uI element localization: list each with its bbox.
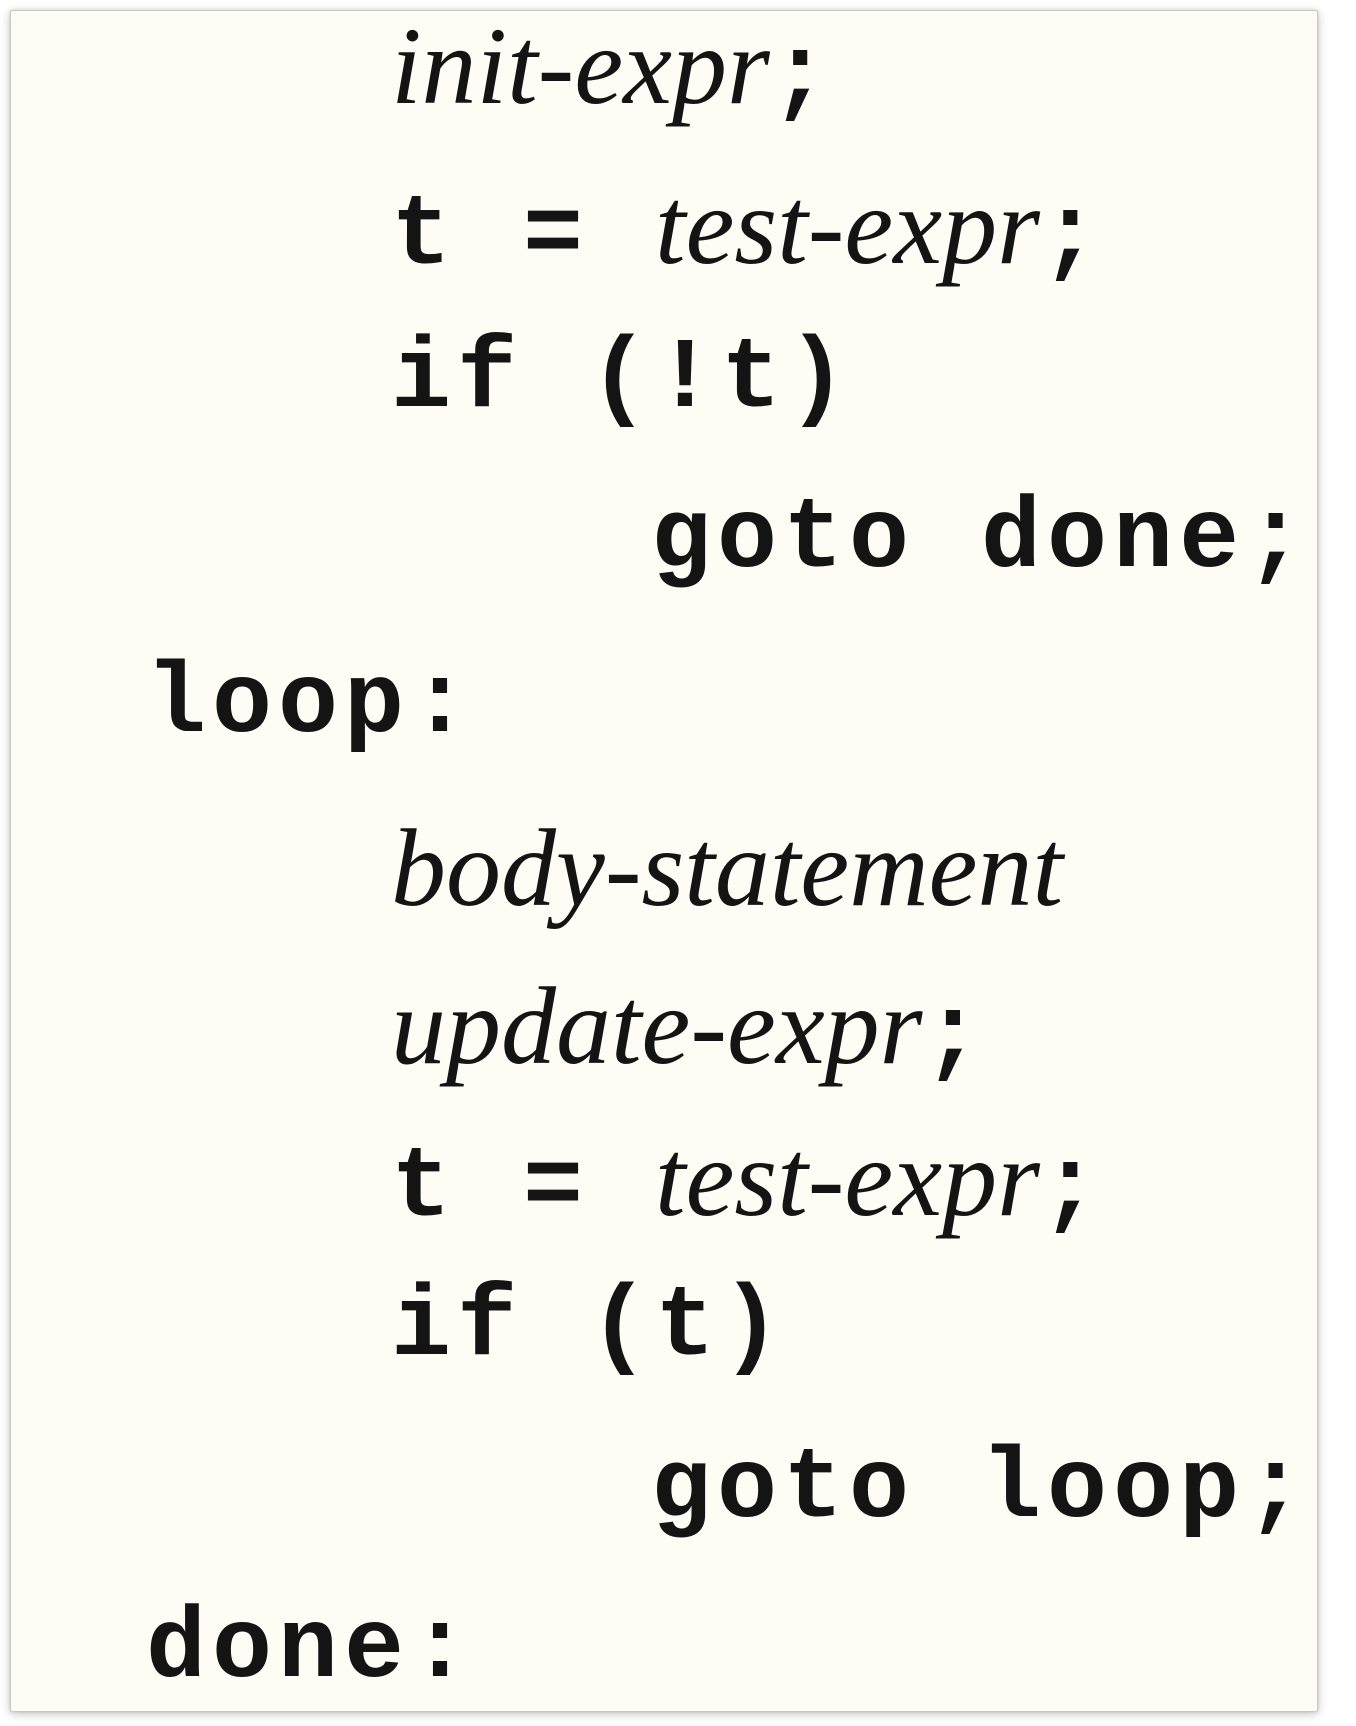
code-token: ; — [769, 21, 836, 134]
code-placeholder: init-expr — [391, 10, 770, 127]
code-placeholder: update-expr — [391, 965, 923, 1087]
code-line-if: if (t) — [391, 1279, 787, 1379]
code-token: goto done; — [651, 484, 1312, 597]
code-placeholder: test-expr — [655, 165, 1040, 287]
code-line-test: t = test-expr; — [391, 171, 1106, 288]
code-line-goto-loop: goto loop; — [651, 1441, 1311, 1541]
code-token: loop: — [146, 649, 477, 762]
code-token: if (!t) — [391, 324, 854, 437]
code-figure: init-expr; t = test-expr; if (!t) goto d… — [10, 10, 1318, 1712]
code-token: ; — [922, 981, 989, 1094]
code-token: if (t) — [391, 1272, 788, 1385]
code-label-done: done: — [146, 1601, 476, 1701]
code-token: done: — [146, 1594, 477, 1707]
code-token: ; — [1039, 181, 1106, 294]
code-label-loop: loop: — [146, 656, 476, 756]
code-line-goto-done: goto done; — [651, 491, 1311, 591]
code-placeholder: body-statement — [391, 807, 1064, 929]
code-token: ; — [1039, 1133, 1106, 1246]
code-line-if-not: if (!t) — [391, 331, 853, 431]
code-token: goto loop; — [651, 1434, 1312, 1547]
code-line-body: body-statement — [391, 813, 1063, 923]
code-line-test-2: t = test-expr; — [391, 1123, 1106, 1240]
code-line-update: update-expr; — [391, 971, 989, 1088]
code-block: init-expr; t = test-expr; if (!t) goto d… — [11, 11, 1317, 1711]
code-line-init: init-expr; — [391, 11, 836, 128]
code-placeholder: test-expr — [655, 1117, 1040, 1239]
code-token: t = — [391, 1133, 656, 1246]
code-token: t = — [391, 181, 656, 294]
